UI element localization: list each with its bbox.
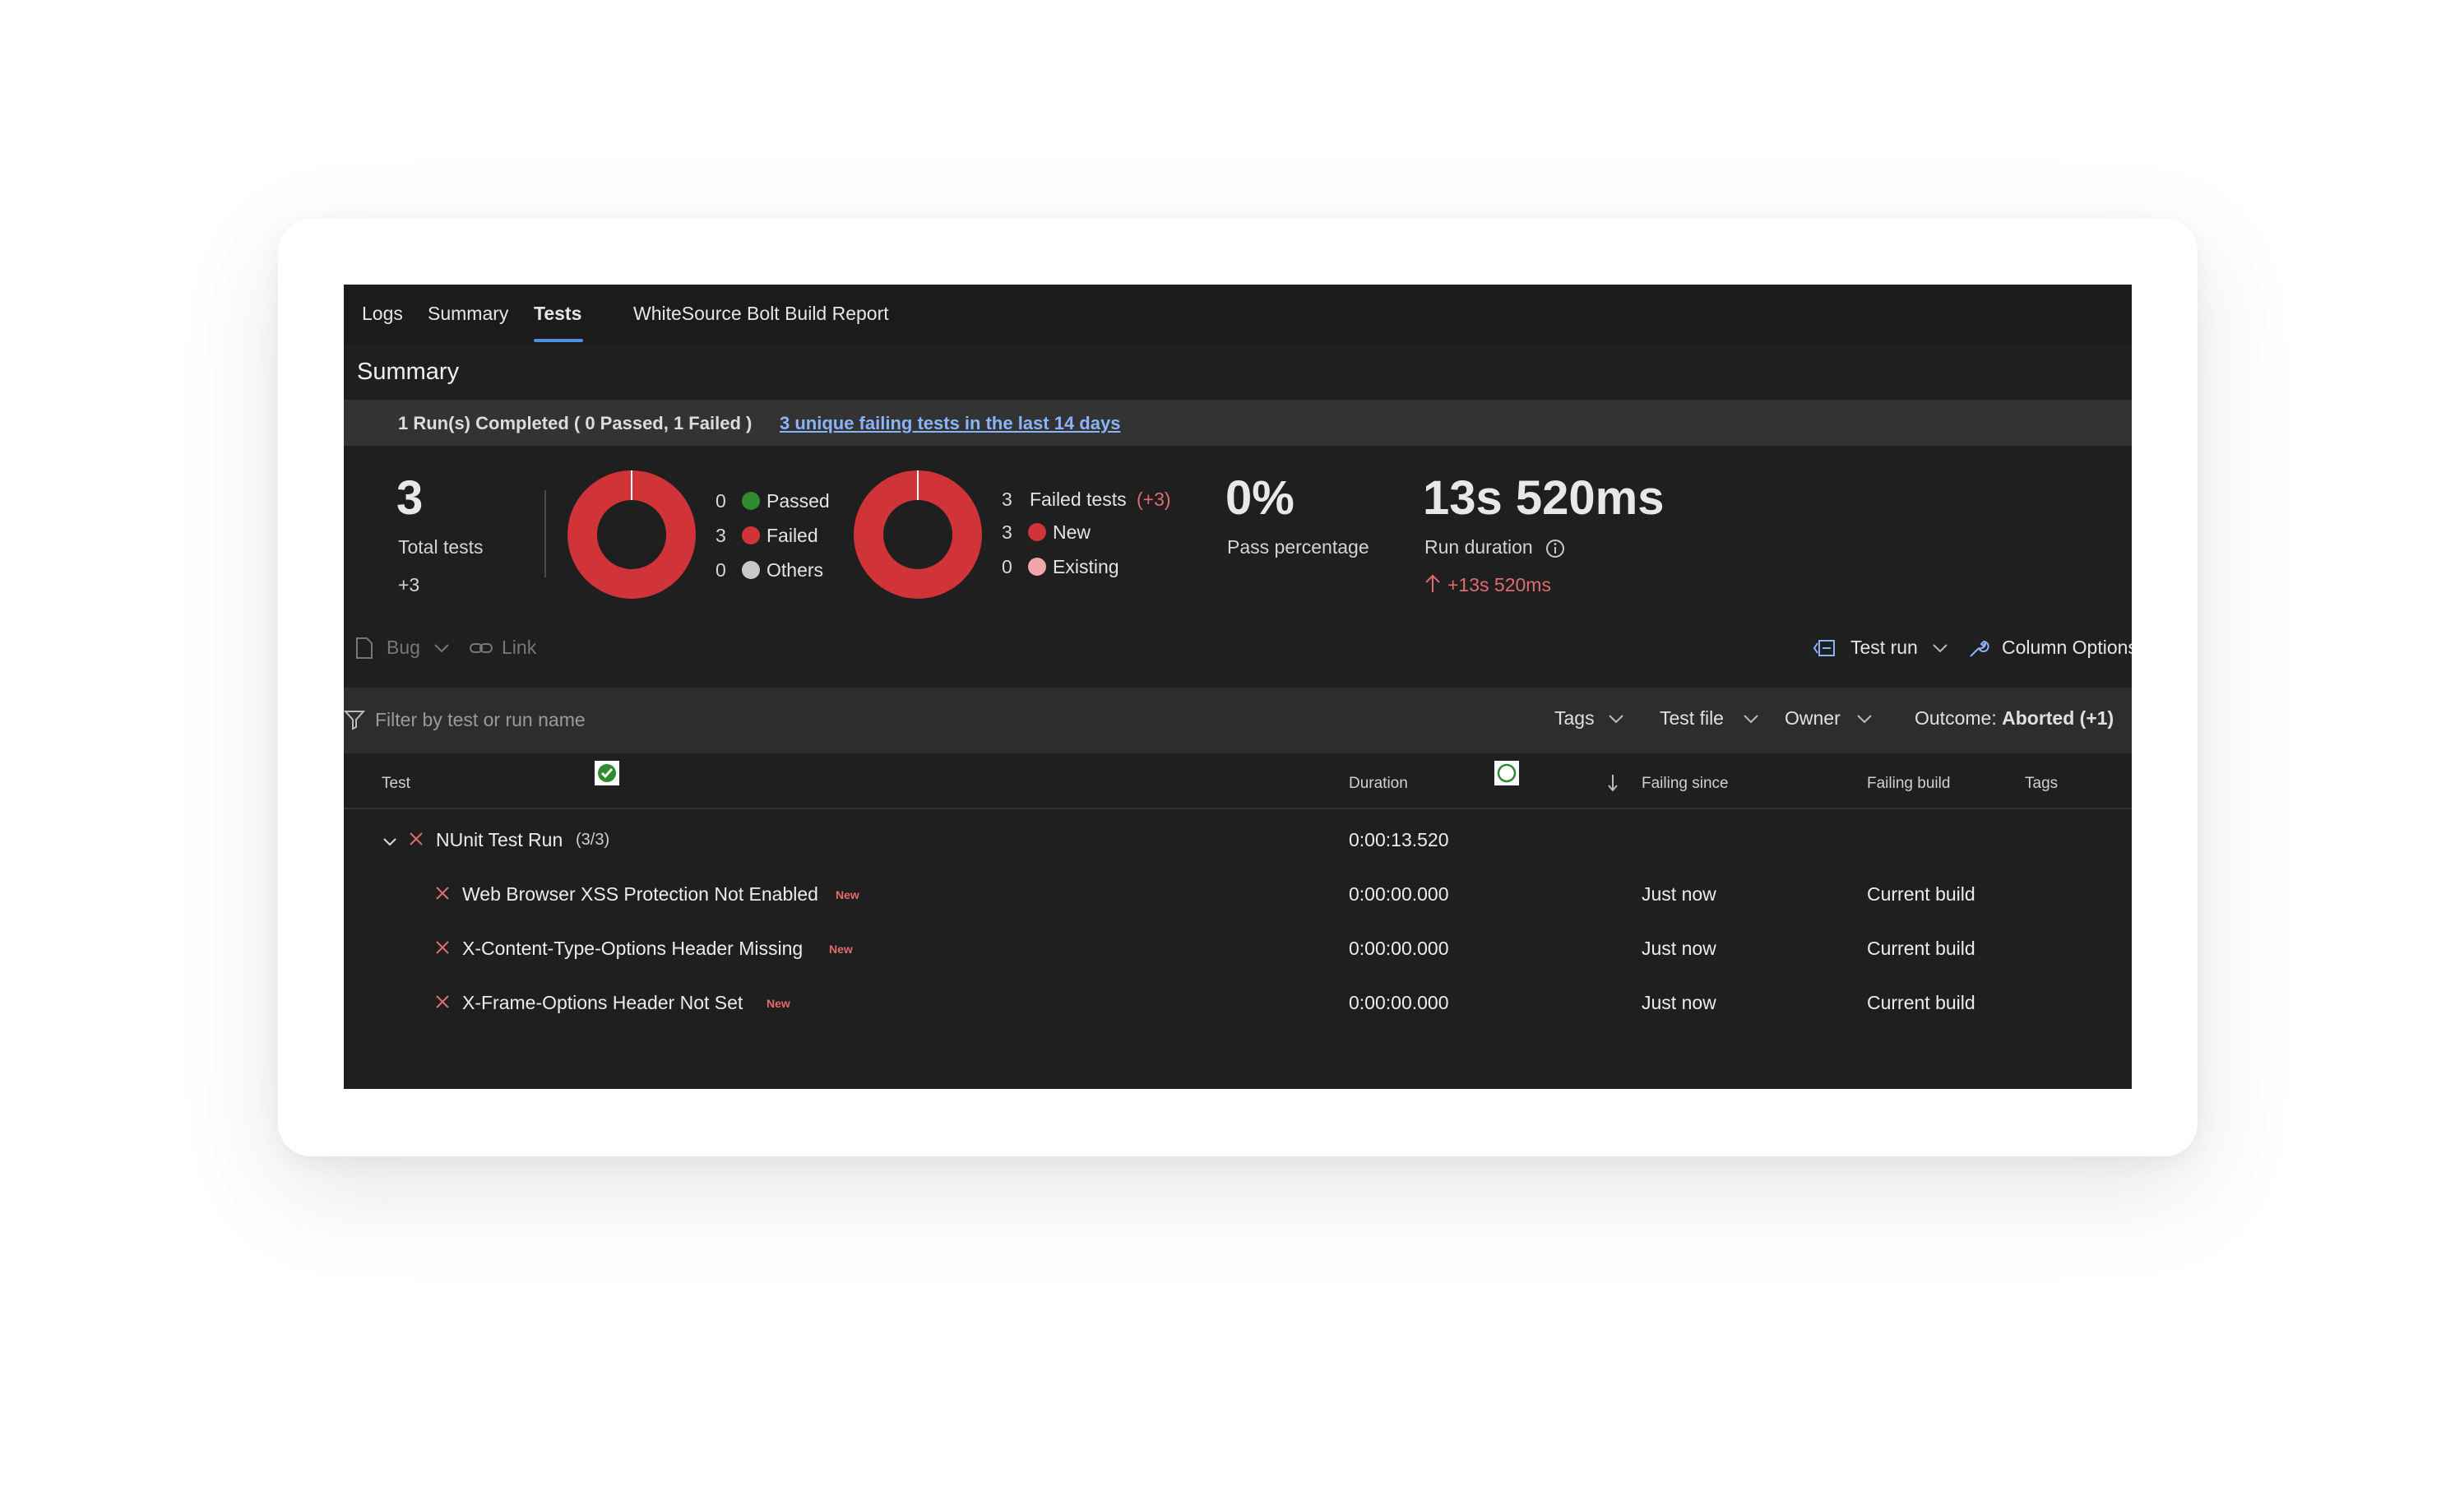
filter-input[interactable]: Filter by test or run name bbox=[375, 709, 586, 731]
new-badge: New bbox=[836, 888, 859, 901]
column-header-failing-build[interactable]: Failing build bbox=[1867, 775, 1950, 793]
pass-percentage-value: 0% bbox=[1225, 471, 1295, 525]
unique-failing-tests-link[interactable]: 3 unique failing tests in the last 14 da… bbox=[780, 413, 1120, 434]
group-count: (3/3) bbox=[576, 831, 610, 849]
link-icon bbox=[470, 643, 493, 653]
column-header-duration[interactable]: Duration bbox=[1349, 775, 1408, 793]
test-file-filter[interactable]: Test file bbox=[1660, 707, 1724, 730]
chevron-down-icon bbox=[1744, 715, 1758, 724]
pass-percentage-label: Pass percentage bbox=[1227, 536, 1369, 558]
tab-bar: Logs Summary Tests WhiteSource Bolt Buil… bbox=[344, 285, 2132, 344]
total-tests-label: Total tests bbox=[398, 536, 484, 558]
test-results-panel: Logs Summary Tests WhiteSource Bolt Buil… bbox=[344, 285, 2132, 1089]
failing-since: Just now bbox=[1642, 883, 1716, 905]
test-name: X-Frame-Options Header Not Set bbox=[462, 992, 743, 1013]
failing-since: Just now bbox=[1642, 992, 1716, 1013]
passed-count: 0 bbox=[716, 490, 726, 512]
new-badge: New bbox=[767, 997, 790, 1010]
outcome-filter-value: Aborted (+1) bbox=[2002, 707, 2114, 729]
test-duration: 0:00:00.000 bbox=[1349, 938, 1449, 959]
failing-build: Current build bbox=[1867, 883, 1975, 905]
failed-tests-delta: (+3) bbox=[1137, 489, 1171, 510]
active-tab-indicator bbox=[534, 339, 583, 342]
chevron-down-icon bbox=[434, 644, 449, 653]
wrench-icon bbox=[1970, 640, 1989, 657]
filter-icon bbox=[344, 711, 365, 730]
outcome-donut-chart bbox=[567, 470, 696, 599]
tab-tests[interactable]: Tests bbox=[534, 303, 581, 325]
failed-tests-title: Failed tests bbox=[1030, 489, 1127, 510]
column-options-button[interactable]: Column Options bbox=[2002, 637, 2132, 659]
others-dot-icon bbox=[742, 561, 760, 579]
chevron-down-icon[interactable] bbox=[382, 836, 398, 849]
outcome-filter-prefix: Outcome: bbox=[1915, 707, 1997, 729]
bug-icon bbox=[356, 637, 373, 659]
run-duration-label: Run duration bbox=[1424, 536, 1533, 558]
existing-dot-icon bbox=[1028, 558, 1046, 576]
group-name: NUnit Test Run bbox=[436, 829, 563, 850]
arrow-up-icon bbox=[1425, 574, 1440, 592]
failed-dot-icon bbox=[742, 526, 760, 544]
owner-filter[interactable]: Owner bbox=[1785, 707, 1841, 730]
failed-x-icon bbox=[436, 941, 449, 954]
chevron-down-icon bbox=[1609, 715, 1623, 724]
outcome-filter[interactable]: Outcome: Aborted (+1) bbox=[1915, 707, 2114, 730]
failed-x-icon bbox=[436, 995, 449, 1008]
run-duration-value: 13s 520ms bbox=[1423, 471, 1665, 525]
header-divider bbox=[344, 808, 2132, 809]
run-duration-delta: +13s 520ms bbox=[1447, 574, 1551, 595]
failed-x-icon bbox=[436, 887, 449, 900]
checkbox-checked-icon[interactable] bbox=[594, 760, 620, 786]
passed-dot-icon bbox=[742, 492, 760, 510]
failing-since: Just now bbox=[1642, 938, 1716, 959]
group-by-test-run-button[interactable]: Test run bbox=[1850, 637, 1918, 659]
failed-x-icon bbox=[410, 832, 423, 845]
column-header-tags[interactable]: Tags bbox=[2025, 775, 2058, 793]
test-run-group-icon bbox=[1813, 640, 1835, 656]
test-duration: 0:00:00.000 bbox=[1349, 992, 1449, 1013]
bug-button[interactable]: Bug bbox=[387, 637, 420, 659]
failing-build: Current build bbox=[1867, 992, 1975, 1013]
test-name: X-Content-Type-Options Header Missing bbox=[462, 938, 804, 959]
failed-label: Failed bbox=[767, 525, 818, 546]
existing-count: 0 bbox=[1002, 556, 1012, 577]
run-status-text: 1 Run(s) Completed ( 0 Passed, 1 Failed … bbox=[398, 413, 753, 433]
chevron-down-icon bbox=[1857, 715, 1872, 724]
others-count: 0 bbox=[716, 559, 726, 581]
failing-build: Current build bbox=[1867, 938, 1975, 959]
failed-count: 3 bbox=[716, 525, 726, 546]
stats-divider bbox=[544, 490, 546, 577]
others-label: Others bbox=[767, 559, 824, 581]
new-count: 3 bbox=[1002, 521, 1012, 543]
failed-tests-count: 3 bbox=[1002, 489, 1012, 510]
total-tests-delta: +3 bbox=[398, 574, 420, 595]
info-icon[interactable] bbox=[1545, 538, 1566, 559]
tags-filter[interactable]: Tags bbox=[1554, 707, 1595, 730]
existing-label: Existing bbox=[1053, 556, 1119, 577]
passed-label: Passed bbox=[767, 490, 830, 512]
total-tests-value: 3 bbox=[396, 471, 424, 525]
new-label: New bbox=[1053, 521, 1091, 543]
tab-whitesource-report[interactable]: WhiteSource Bolt Build Report bbox=[633, 303, 889, 325]
column-header-failing-since[interactable]: Failing since bbox=[1642, 775, 1729, 793]
group-duration: 0:00:13.520 bbox=[1349, 829, 1449, 850]
test-duration: 0:00:00.000 bbox=[1349, 883, 1449, 905]
tab-summary[interactable]: Summary bbox=[428, 303, 508, 325]
column-header-test[interactable]: Test bbox=[382, 775, 410, 793]
sort-descending-icon[interactable] bbox=[1605, 773, 1620, 793]
summary-title: Summary bbox=[357, 359, 460, 385]
test-name: Web Browser XSS Protection Not Enabled bbox=[462, 883, 818, 905]
new-dot-icon bbox=[1028, 523, 1046, 541]
circle-toggle-icon[interactable] bbox=[1494, 760, 1520, 786]
tab-logs[interactable]: Logs bbox=[362, 303, 403, 325]
new-badge: New bbox=[829, 943, 853, 956]
failed-tests-donut-chart bbox=[854, 470, 982, 599]
chevron-down-icon bbox=[1933, 644, 1948, 653]
link-button[interactable]: Link bbox=[502, 637, 536, 659]
